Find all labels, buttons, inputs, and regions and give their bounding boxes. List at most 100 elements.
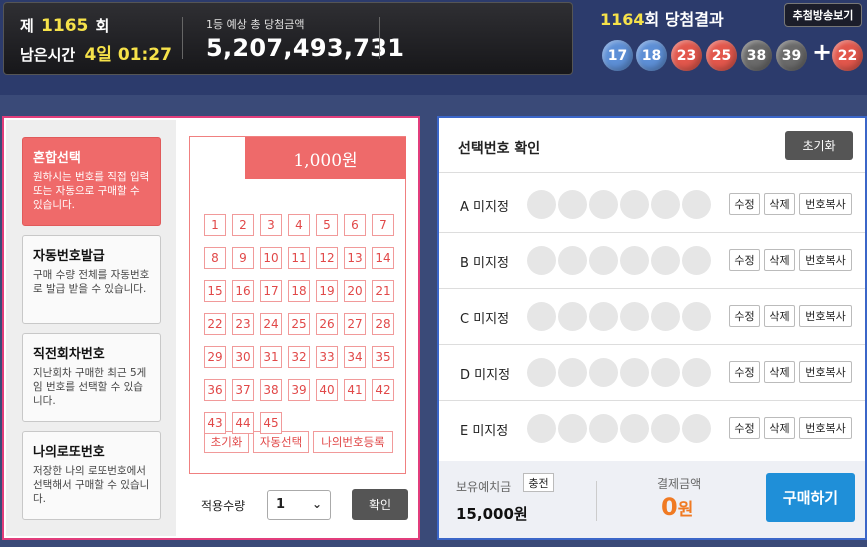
lotto-number-39[interactable]: 39 [288,379,310,401]
register-my-numbers-button[interactable]: 나의번호등록 [313,431,393,453]
lotto-number-22[interactable]: 22 [204,313,226,335]
divider [439,172,865,173]
lotto-number-32[interactable]: 32 [288,346,310,368]
copy-numbers-button[interactable]: 번호복사 [799,249,852,271]
lotto-number-44[interactable]: 44 [232,412,254,434]
lotto-number-36[interactable]: 36 [204,379,226,401]
menu-desc: 원하시는 번호를 직접 입력 또는 자동으로 구매할 수 있습니다. [33,171,150,211]
lotto-number-9[interactable]: 9 [232,247,254,269]
prize-label: 1등 예상 총 당첨금액 [206,18,305,31]
lotto-number-1[interactable]: 1 [204,214,226,236]
delete-button[interactable]: 삭제 [764,305,795,327]
lotto-number-41[interactable]: 41 [344,379,366,401]
edit-button[interactable]: 수정 [729,305,760,327]
lotto-number-20[interactable]: 20 [344,280,366,302]
lotto-number-5[interactable]: 5 [316,214,338,236]
lotto-number-15[interactable]: 15 [204,280,226,302]
menu-item-mixed[interactable]: 혼합선택 원하시는 번호를 직접 입력 또는 자동으로 구매할 수 있습니다. [22,137,161,226]
lotto-number-26[interactable]: 26 [316,313,338,335]
lotto-number-25[interactable]: 25 [288,313,310,335]
chevron-down-icon: ⌄ [311,497,322,511]
auto-select-button[interactable]: 자동선택 [253,431,309,453]
delete-button[interactable]: 삭제 [764,361,795,383]
empty-number-slot [682,358,711,387]
lotto-number-43[interactable]: 43 [204,412,226,434]
lotto-number-30[interactable]: 30 [232,346,254,368]
divider [439,344,865,345]
reset-all-button[interactable]: 초기화 [785,131,853,160]
copy-numbers-button[interactable]: 번호복사 [799,417,852,439]
lotto-number-8[interactable]: 8 [204,247,226,269]
edit-button[interactable]: 수정 [729,193,760,215]
empty-number-slot [527,414,556,443]
payment-amount: 0원 [661,493,693,521]
divider [439,288,865,289]
edit-button[interactable]: 수정 [729,249,760,271]
ticket-reset-button[interactable]: 초기화 [204,431,249,453]
lotto-number-6[interactable]: 6 [344,214,366,236]
divider [379,17,380,59]
empty-number-slot [527,246,556,275]
lotto-number-7[interactable]: 7 [372,214,394,236]
winning-ball: 23 [671,40,702,71]
winning-ball: 38 [741,40,772,71]
confirm-button[interactable]: 확인 [352,489,408,520]
current-round: 제 1165 회 [20,15,109,36]
empty-number-slot [527,190,556,219]
menu-item-my-numbers[interactable]: 나의로또번호 저장한 나의 로또번호에서 선택해서 구매할 수 있습니다. [22,431,161,520]
header: 제 1165 회 남은시간 4일 01:27 1등 예상 총 당첨금액 5,20… [0,0,867,95]
quantity-value: 1 [276,497,286,512]
buy-button[interactable]: 구매하기 [766,473,855,522]
game-row-label: E 미지정 [460,424,509,439]
lotto-number-11[interactable]: 11 [288,247,310,269]
lotto-number-4[interactable]: 4 [288,214,310,236]
lotto-number-23[interactable]: 23 [232,313,254,335]
delete-button[interactable]: 삭제 [764,249,795,271]
lotto-number-2[interactable]: 2 [232,214,254,236]
edit-button[interactable]: 수정 [729,417,760,439]
lotto-number-16[interactable]: 16 [232,280,254,302]
winning-ball: 18 [636,40,667,71]
lotto-number-19[interactable]: 19 [316,280,338,302]
copy-numbers-button[interactable]: 번호복사 [799,193,852,215]
live-broadcast-button[interactable]: 추첨방송보기 [784,3,862,27]
copy-numbers-button[interactable]: 번호복사 [799,361,852,383]
lotto-number-10[interactable]: 10 [260,247,282,269]
delete-button[interactable]: 삭제 [764,193,795,215]
charge-button[interactable]: 충전 [523,473,554,492]
empty-number-slot [620,358,649,387]
lotto-number-21[interactable]: 21 [372,280,394,302]
lotto-number-31[interactable]: 31 [260,346,282,368]
lotto-number-17[interactable]: 17 [260,280,282,302]
divider [596,481,597,521]
quantity-select[interactable]: 1 ⌄ [267,490,331,520]
menu-item-previous[interactable]: 직전회차번호 지난회차 구매한 최근 5게임 번호를 선택할 수 있습니다. [22,333,161,422]
lotto-number-27[interactable]: 27 [344,313,366,335]
lotto-number-40[interactable]: 40 [316,379,338,401]
lotto-number-45[interactable]: 45 [260,412,282,434]
lotto-number-28[interactable]: 28 [372,313,394,335]
menu-item-auto[interactable]: 자동번호발급 구매 수량 전체를 자동번호로 발급 받을 수 있습니다. [22,235,161,324]
lotto-number-29[interactable]: 29 [204,346,226,368]
last-result-suffix: 회 당첨결과 [644,10,724,29]
lotto-number-14[interactable]: 14 [372,247,394,269]
lotto-number-33[interactable]: 33 [316,346,338,368]
lotto-number-24[interactable]: 24 [260,313,282,335]
lotto-number-38[interactable]: 38 [260,379,282,401]
remaining-value: 4일 01:27 [84,45,172,65]
payment-footer: 보유예치금 충전 15,000원 결제금액 0원 구매하기 [439,461,865,538]
lotto-number-18[interactable]: 18 [288,280,310,302]
lotto-number-35[interactable]: 35 [372,346,394,368]
lotto-number-13[interactable]: 13 [344,247,366,269]
menu-desc: 지난회차 구매한 최근 5게임 번호를 선택할 수 있습니다. [33,367,147,407]
copy-numbers-button[interactable]: 번호복사 [799,305,852,327]
lotto-number-12[interactable]: 12 [316,247,338,269]
winning-ball: 39 [776,40,807,71]
lotto-number-37[interactable]: 37 [232,379,254,401]
delete-button[interactable]: 삭제 [764,417,795,439]
lotto-number-42[interactable]: 42 [372,379,394,401]
edit-button[interactable]: 수정 [729,361,760,383]
empty-number-slot [651,246,680,275]
lotto-number-34[interactable]: 34 [344,346,366,368]
lotto-number-3[interactable]: 3 [260,214,282,236]
